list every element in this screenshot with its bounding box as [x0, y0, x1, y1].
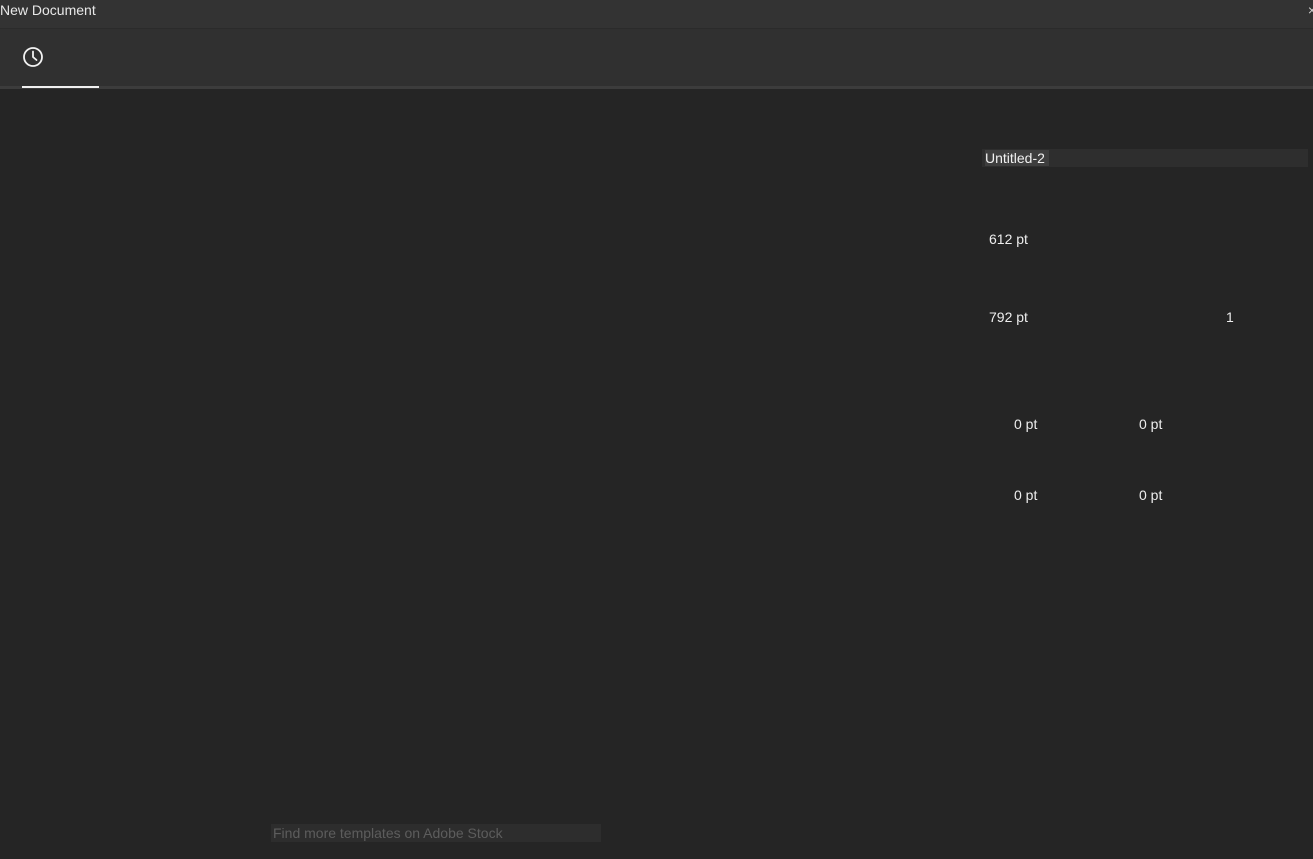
height-field[interactable]: 792 pt [989, 308, 1028, 326]
adobe-stock-search-field[interactable]: Find more templates on Adobe Stock [271, 824, 601, 842]
tab-bar [0, 29, 1313, 86]
document-name-value: Untitled-2 [985, 150, 1049, 166]
main-panel [0, 89, 1313, 859]
bleed-bottom-field[interactable]: 0 pt [1139, 415, 1162, 433]
tab-recent[interactable] [22, 29, 99, 88]
bleed-right-field[interactable]: 0 pt [1139, 486, 1162, 504]
clock-icon [23, 47, 43, 67]
bleed-top-field[interactable]: 0 pt [1014, 415, 1037, 433]
window-title: New Document [0, 2, 96, 18]
document-name-field[interactable]: Untitled-2 [982, 149, 1308, 167]
artboards-field[interactable]: 1 [1226, 308, 1234, 326]
tab-selected-indicator [22, 86, 99, 88]
title-bar: New Document × [0, 0, 1313, 29]
width-field[interactable]: 612 pt [989, 230, 1028, 248]
bleed-left-field[interactable]: 0 pt [1014, 486, 1037, 504]
close-icon[interactable]: × [1308, 1, 1313, 19]
